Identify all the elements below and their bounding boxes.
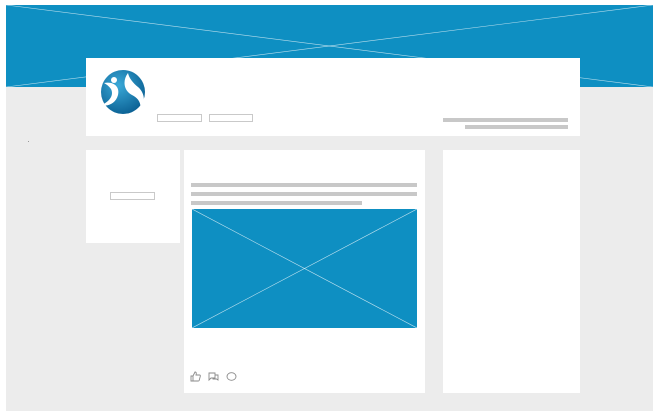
profile-info-line-1 xyxy=(443,118,568,122)
post-image-placeholder-icon xyxy=(192,209,417,328)
profile-action-button-1[interactable] xyxy=(157,114,202,122)
post-text-line-3 xyxy=(191,201,362,205)
company-logo-icon xyxy=(98,67,146,115)
like-icon[interactable] xyxy=(190,369,201,382)
post-image[interactable] xyxy=(192,209,417,328)
feed-post-card xyxy=(184,150,425,393)
post-text-line-1 xyxy=(191,183,417,187)
profile-action-button-2[interactable] xyxy=(209,114,253,122)
left-sidebar-card xyxy=(86,150,180,243)
profile-header-card xyxy=(86,58,580,136)
profile-info-line-2 xyxy=(465,125,568,129)
comment-icon[interactable] xyxy=(208,369,219,382)
post-text-line-2 xyxy=(191,192,417,196)
page-canvas xyxy=(6,5,653,411)
stray-mark xyxy=(28,141,29,142)
share-icon[interactable] xyxy=(226,369,237,381)
right-sidebar-card xyxy=(443,150,580,393)
left-sidebar-button[interactable] xyxy=(110,192,155,200)
